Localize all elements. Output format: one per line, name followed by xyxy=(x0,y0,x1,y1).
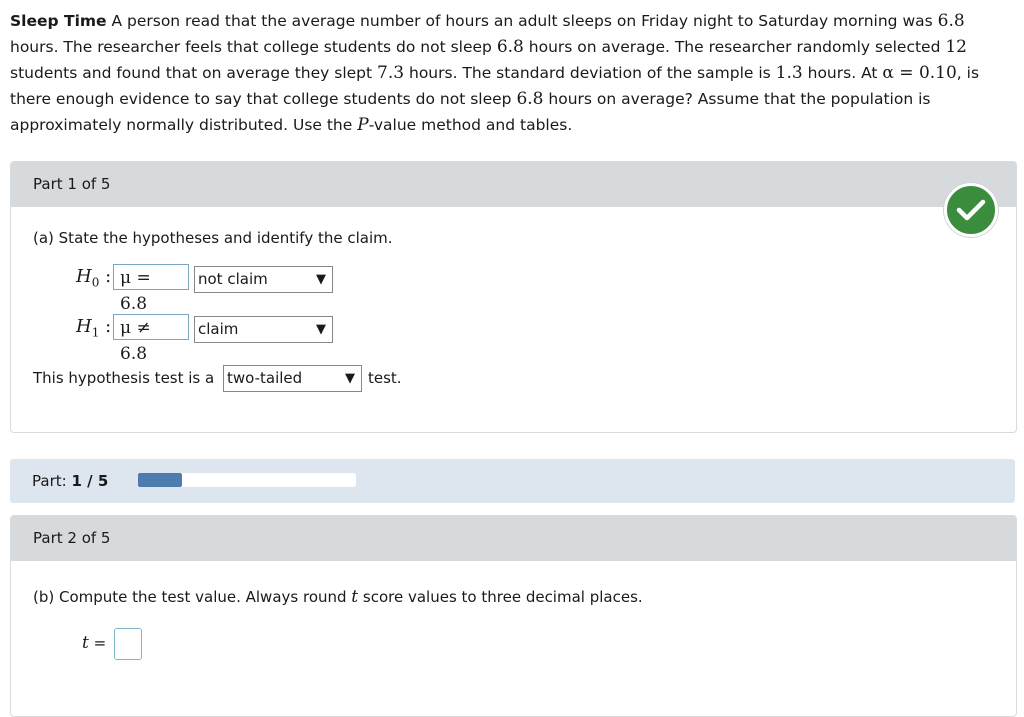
problem-statement: Sleep Time A person read that the averag… xyxy=(10,8,1010,138)
progress-label: Part: 1 / 5 xyxy=(32,472,109,490)
problem-text: hours. The standard deviation of the sam… xyxy=(404,64,776,82)
t-label: t = xyxy=(82,633,107,653)
problem-title: Sleep Time xyxy=(10,12,107,30)
alpha-value: α = 0.10 xyxy=(882,63,957,83)
check-circle-icon xyxy=(944,183,998,237)
progress-value: 1 / 5 xyxy=(71,472,109,490)
test-type-select[interactable]: two-tailed ▼ xyxy=(223,365,362,392)
h0-claim-value: not claim xyxy=(198,270,268,288)
test-type-suffix: test. xyxy=(368,369,402,387)
dropdown-arrow-icon: ▼ xyxy=(316,322,326,337)
problem-value: 12 xyxy=(945,37,967,57)
part2-question: (b) Compute the test value. Always round… xyxy=(33,587,643,607)
problem-value: 6.8 xyxy=(516,89,544,109)
problem-text: hours on average. The researcher randoml… xyxy=(523,38,946,56)
h1-answer-box[interactable]: μ ≠ 6.8 xyxy=(113,314,189,364)
dropdown-arrow-icon: ▼ xyxy=(316,272,326,287)
h1-claim-value: claim xyxy=(198,320,239,338)
problem-value: 1.3 xyxy=(775,63,803,83)
h0-claim-select[interactable]: not claim ▼ xyxy=(194,266,333,293)
problem-text: hours. At xyxy=(802,64,883,82)
h1-claim-select[interactable]: claim ▼ xyxy=(194,316,333,343)
part2-header: Part 2 of 5 xyxy=(11,516,1016,561)
problem-value: 6.8 xyxy=(496,37,524,57)
progress-bar-fill xyxy=(138,473,182,487)
h0-label: H0 : xyxy=(76,266,112,290)
t-value-input[interactable] xyxy=(114,628,142,660)
problem-text: hours. The researcher feels that college… xyxy=(10,38,497,56)
h0-answer-box[interactable]: μ = 6.8 xyxy=(113,264,189,314)
progress-bar xyxy=(138,473,356,487)
problem-value: 6.8 xyxy=(937,11,965,31)
test-type-prefix: This hypothesis test is a xyxy=(33,369,215,387)
progress-section: Part: 1 / 5 xyxy=(10,459,1015,503)
p-variable: P xyxy=(357,115,369,135)
problem-text: A person read that the average number of… xyxy=(106,12,938,30)
dropdown-arrow-icon: ▼ xyxy=(345,371,355,386)
part1-question: (a) State the hypotheses and identify th… xyxy=(33,229,393,247)
part2-panel: Part 2 of 5 xyxy=(10,515,1017,717)
part1-header: Part 1 of 5 xyxy=(11,162,1016,207)
part1-panel: Part 1 of 5 xyxy=(10,161,1017,433)
problem-value: 7.3 xyxy=(377,63,405,83)
problem-text: students and found that on average they … xyxy=(10,64,378,82)
problem-text: -value method and tables. xyxy=(368,116,573,134)
test-type-value: two-tailed xyxy=(227,369,303,387)
h1-label: H1 : xyxy=(76,316,112,340)
